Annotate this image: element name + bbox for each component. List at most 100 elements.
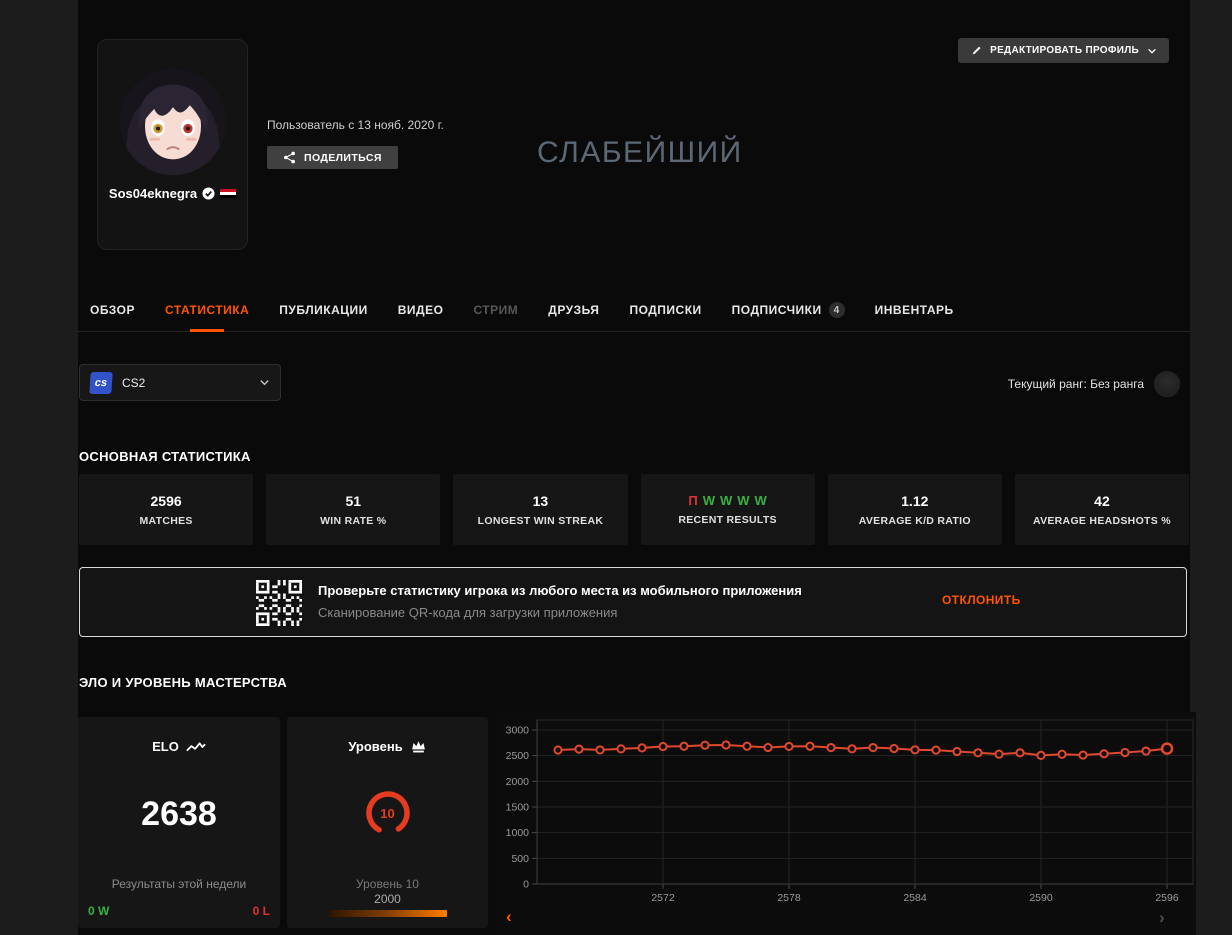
stat-card-3: ПWWWWRECENT RESULTS [641,474,815,545]
avatar[interactable] [117,66,229,178]
level-threshold: 2000 [287,892,488,906]
stat-value: 51 [345,493,361,509]
avatar-image [117,66,229,178]
tab-label: ПОДПИСКИ [629,303,701,317]
stat-value: 13 [533,493,549,509]
tab-label: ОБЗОР [90,303,135,317]
tab-badge: 4 [829,302,845,318]
stat-card-2: 13 LONGEST WIN STREAK [453,474,627,545]
svg-text:2584: 2584 [903,892,927,904]
tab-6[interactable]: ПОДПИСКИ [629,302,701,318]
elo-history-chart: 0 500 1000 1500 2000 2500 3000 2572 2578 2584 2590… [496,712,1196,935]
stat-label: AVERAGE K/D RATIO [859,515,971,527]
qr-code-icon [256,580,302,626]
username: Sos04eknegra [109,186,197,201]
stat-value: 42 [1094,493,1110,509]
svg-text:1000: 1000 [506,827,530,839]
svg-text:0: 0 [523,879,529,891]
elo-section-title: ЭЛО И УРОВЕНЬ МАСТЕРСТВА [79,675,287,690]
verified-icon [202,187,215,200]
result-letter: W [737,493,749,508]
chevron-down-icon [259,377,270,388]
current-rank-label: Текущий ранг: Без ранга [1008,377,1144,391]
member-since-label: Пользователь с 13 нояб. 2020 г. [267,118,444,132]
svg-text:500: 500 [511,853,529,865]
svg-text:2000: 2000 [506,776,530,788]
tab-label: СТРИМ [473,303,518,317]
share-button[interactable]: ПОДЕЛИТЬСЯ [267,146,398,169]
stat-value: 1.12 [901,493,928,509]
elo-value: 2638 [78,795,280,834]
rank-badge-icon [1154,371,1180,397]
cs2-icon: cs [89,372,113,394]
svg-text:2578: 2578 [777,892,801,904]
tab-label: ДРУЗЬЯ [548,303,599,317]
tab-2[interactable]: ПУБЛИКАЦИИ [279,302,367,318]
level-progress-bar [329,910,447,917]
stat-card-0: 2596 MATCHES [79,474,253,545]
svg-text:2572: 2572 [651,892,675,904]
stat-card-1: 51 WIN RATE % [266,474,440,545]
dismiss-button[interactable]: ОТКЛОНИТЬ [942,593,1021,607]
level-card-title: Уровень [348,739,402,754]
crown-icon [410,739,427,754]
week-wins: 0 W [88,904,109,918]
current-rank: Текущий ранг: Без ранга [1008,371,1180,397]
stat-label: LONGEST WIN STREAK [478,515,604,527]
stat-label: WIN RATE % [320,515,386,527]
qr-banner: Проверьте статистику игрока из любого ме… [79,567,1187,637]
svg-text:2596: 2596 [1155,892,1179,904]
share-icon [283,151,296,164]
stat-label: MATCHES [139,515,192,527]
pencil-icon [970,45,982,57]
profile-page: Sos04eknegra Пользователь с 13 нояб. 202… [78,0,1190,935]
country-flag-icon [220,189,236,199]
recent-results-letters: ПWWWW [688,493,766,508]
tab-label: ИНВЕНТАРЬ [875,303,954,317]
stat-value: 2596 [151,493,182,509]
tabs: ОБЗОР СТАТИСТИКА ПУБЛИКАЦИИ ВИДЕО СТРИМ ДРУЗЬ… [90,297,1190,331]
tab-label: ПУБЛИКАЦИИ [279,303,367,317]
svg-text:3000: 3000 [506,725,530,737]
elo-card: ELO 2638 Результаты этой недели 0 W 0 L [78,717,280,928]
tab-4[interactable]: СТРИМ [473,302,518,318]
svg-text:1500: 1500 [506,802,530,814]
game-selector-value: CS2 [122,376,249,390]
result-letter: W [720,493,732,508]
stat-label: AVERAGE HEADSHOTS % [1033,515,1171,527]
result-letter: W [703,493,715,508]
tab-0[interactable]: ОБЗОР [90,302,135,318]
edit-profile-button[interactable]: РЕДАКТИРОВАТЬ ПРОФИЛЬ [958,38,1169,63]
chart-next-arrow[interactable]: › [1159,909,1165,926]
edit-profile-label: РЕДАКТИРОВАТЬ ПРОФИЛЬ [990,45,1139,56]
tab-1[interactable]: СТАТИСТИКА [165,302,249,318]
level-number: 10 [364,789,412,837]
tab-label: ВИДЕО [398,303,444,317]
qr-banner-title: Проверьте статистику игрока из любого ме… [318,583,802,598]
stat-label: RECENT RESULTS [678,514,777,526]
tab-label: ПОДПИСЧИКИ [732,303,822,317]
elo-card-title: ELO [152,739,179,754]
share-button-label: ПОДЕЛИТЬСЯ [304,152,382,164]
tab-5[interactable]: ДРУЗЬЯ [548,302,599,318]
tab-3[interactable]: ВИДЕО [398,302,444,318]
week-losses: 0 L [253,904,270,918]
result-letter: П [688,493,697,508]
level-card: Уровень 10 Уровень 10 2000 [287,717,488,928]
avatar-card: Sos04eknegra [97,39,248,250]
tab-label: СТАТИСТИКА [165,303,249,317]
svg-text:2500: 2500 [506,750,530,762]
svg-text:2590: 2590 [1029,892,1053,904]
tab-7[interactable]: ПОДПИСЧИКИ 4 [732,302,845,318]
elo-line-chart: 0 500 1000 1500 2000 2500 3000 2572 2578 2584 2590… [496,712,1196,912]
chevron-down-icon [1147,46,1157,56]
qr-banner-subtitle: Сканирование QR-кода для загрузки прилож… [318,605,802,620]
tab-8[interactable]: ИНВЕНТАРЬ [875,302,954,318]
chart-prev-arrow[interactable]: ‹ [506,908,512,925]
profile-motto: СЛАБЕЙШИЙ [537,136,743,170]
level-label: Уровень 10 [287,877,488,891]
game-selector-dropdown[interactable]: cs CS2 [79,364,281,401]
result-letter: W [755,493,767,508]
stat-card-4: 1.12 AVERAGE K/D RATIO [828,474,1002,545]
level-10-icon: 10 [364,789,412,837]
